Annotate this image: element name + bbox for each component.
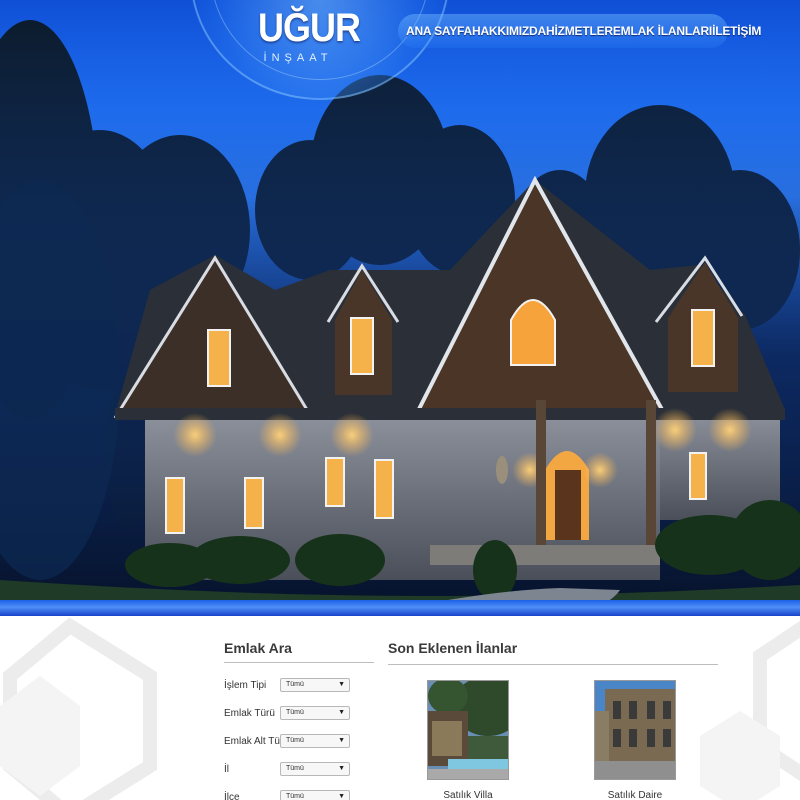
- hero-bottom-band: [0, 600, 800, 616]
- listing-thumbnail[interactable]: [427, 680, 509, 780]
- search-field-transaction-type: İşlem Tipi Tümü ▼: [224, 678, 354, 694]
- search-field-label: Emlak Türü: [224, 708, 275, 719]
- apartment-photo: [595, 681, 675, 779]
- chevron-down-icon: ▼: [338, 765, 345, 772]
- property-subtype-select[interactable]: Tümü ▼: [280, 734, 350, 748]
- brand-tagline: İNŞAAT: [263, 52, 333, 64]
- recent-listings-divider: [388, 664, 718, 665]
- search-field-label: İşlem Tipi: [224, 680, 267, 691]
- property-type-select[interactable]: Tümü ▼: [280, 706, 350, 720]
- transaction-type-select[interactable]: Tümü ▼: [280, 678, 350, 692]
- search-panel-title: Emlak Ara: [224, 640, 292, 656]
- select-value: Tümü: [286, 737, 304, 744]
- chevron-down-icon: ▼: [338, 681, 345, 688]
- listing-caption[interactable]: Satılık Daire: [594, 790, 676, 800]
- villa-photo: [428, 681, 508, 779]
- select-value: Tümü: [286, 793, 304, 800]
- nav-item-services[interactable]: HİZMETLER: [546, 24, 613, 38]
- select-value: Tümü: [286, 681, 304, 688]
- brand-name: UĞUR: [258, 4, 361, 50]
- recent-listings-title: Son Eklenen İlanlar: [388, 640, 518, 656]
- search-field-label: İlçe: [224, 792, 240, 800]
- main-content: Emlak Ara İşlem Tipi Tümü ▼ Emlak Türü T…: [0, 616, 800, 800]
- search-field-property-subtype: Emlak Alt Türü Tümü ▼: [224, 734, 354, 750]
- search-field-province: İl Tümü ▼: [224, 762, 354, 778]
- search-field-district: İlçe Tümü ▼: [224, 790, 354, 800]
- select-value: Tümü: [286, 765, 304, 772]
- province-select[interactable]: Tümü ▼: [280, 762, 350, 776]
- hero-house-image: [0, 0, 800, 615]
- brand-logo[interactable]: UĞUR İNŞAAT: [258, 4, 361, 68]
- listing-caption[interactable]: Satılık Villa: [427, 790, 509, 800]
- chevron-down-icon: ▼: [338, 737, 345, 744]
- search-field-label: İl: [224, 764, 229, 775]
- nav-item-about[interactable]: HAKKIMIZDA: [472, 24, 546, 38]
- nav-item-home[interactable]: ANA SAYFA: [406, 24, 472, 38]
- main-nav: ANA SAYFA HAKKIMIZDA HİZMETLER EMLAK İLA…: [398, 14, 761, 48]
- chevron-down-icon: ▼: [338, 793, 345, 800]
- hero-banner: UĞUR İNŞAAT ANA SAYFA HAKKIMIZDA HİZMETL…: [0, 0, 800, 615]
- district-select[interactable]: Tümü ▼: [280, 790, 350, 800]
- nav-item-listings[interactable]: EMLAK İLANLARI: [613, 24, 712, 38]
- search-field-property-type: Emlak Türü Tümü ▼: [224, 706, 354, 722]
- select-value: Tümü: [286, 709, 304, 716]
- listing-thumbnail[interactable]: [594, 680, 676, 780]
- search-panel-divider: [224, 662, 374, 663]
- nav-item-contact[interactable]: İLETİŞİM: [712, 24, 761, 38]
- chevron-down-icon: ▼: [338, 709, 345, 716]
